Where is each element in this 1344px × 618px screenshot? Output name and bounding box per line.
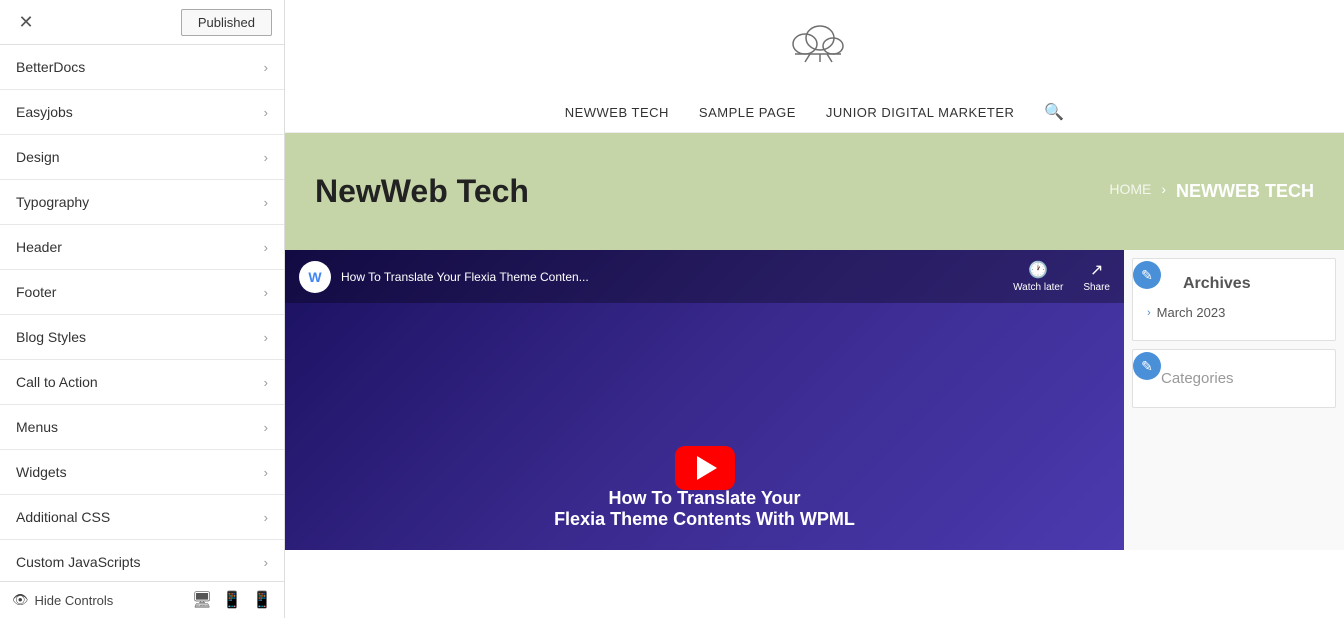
video-top-bar: W How To Translate Your Flexia Theme Con… [285, 250, 1124, 303]
sidebar-footer-bar: 👁 Hide Controls 🖥 📱 📱 [0, 581, 284, 618]
watch-later-action[interactable]: 🕐 Watch later [1013, 260, 1063, 293]
sidebar-item-label: Widgets [16, 464, 67, 480]
video-caption-line2: Flexia Theme Contents With WPML [305, 509, 1104, 530]
mobile-icon[interactable]: 📱 [252, 590, 272, 610]
close-button[interactable]: ✕ [12, 8, 40, 36]
site-logo-area [285, 0, 1344, 82]
nav-links: NEWWEB TECH SAMPLE PAGE JUNIOR DIGITAL MAR… [305, 92, 1324, 122]
categories-widget: ✎ Categories [1132, 349, 1336, 408]
chevron-right-icon: › [264, 60, 268, 75]
archives-march-2023[interactable]: March 2023 [1157, 305, 1226, 320]
chevron-right-icon: › [264, 195, 268, 210]
sidebar-header: ✕ Published [0, 0, 284, 45]
search-icon[interactable]: 🔍 [1044, 102, 1064, 122]
sidebar-item-betterdocs[interactable]: BetterDocs › [0, 45, 284, 90]
play-button-container [675, 446, 735, 490]
hero-section: NewWeb Tech HOME › NEWWEB TECH [285, 133, 1344, 250]
sidebar-item-label: Easyjobs [16, 104, 73, 120]
device-icons: 🖥 📱 📱 [192, 590, 272, 610]
sidebar-item-label: BetterDocs [16, 59, 85, 75]
breadcrumb-separator: › [1161, 181, 1166, 202]
sidebar-item-blog-styles[interactable]: Blog Styles › [0, 315, 284, 360]
site-sidebar-widgets: ✎ Archives › March 2023 ✎ [1124, 250, 1344, 550]
chevron-right-icon: › [264, 285, 268, 300]
breadcrumb-current: NEWWEB TECH [1176, 181, 1314, 202]
breadcrumb-home[interactable]: HOME [1109, 181, 1151, 202]
sidebar-item-easyjobs[interactable]: Easyjobs › [0, 90, 284, 135]
site-preview: NEWWEB TECH SAMPLE PAGE JUNIOR DIGITAL MAR… [285, 0, 1344, 618]
chevron-right-icon: › [264, 105, 268, 120]
chevron-right-icon: › [264, 330, 268, 345]
site-logo [785, 16, 845, 66]
archives-widget-title: Archives [1183, 275, 1251, 293]
archives-widget-header: ✎ Archives [1147, 275, 1321, 293]
video-actions: 🕐 Watch later ↗ Share [1013, 260, 1110, 293]
page-title: NewWeb Tech [315, 173, 529, 210]
sidebar-item-design[interactable]: Design › [0, 135, 284, 180]
sidebar-item-typography[interactable]: Typography › [0, 180, 284, 225]
channel-initial: W [308, 269, 321, 285]
tablet-icon[interactable]: 📱 [222, 590, 242, 610]
sidebar-item-menus[interactable]: Menus › [0, 405, 284, 450]
chevron-right-icon: › [264, 465, 268, 480]
sidebar-item-label: Footer [16, 284, 56, 300]
watch-later-icon: 🕐 [1028, 260, 1048, 280]
customizer-sidebar: ✕ Published BetterDocs›Easyjobs›Design›T… [0, 0, 285, 618]
sidebar-item-label: Menus [16, 419, 58, 435]
video-caption: How To Translate Your Flexia Theme Conte… [305, 488, 1104, 530]
sidebar-item-label: Call to Action [16, 374, 98, 390]
archives-item: › March 2023 [1147, 299, 1321, 326]
video-title: How To Translate Your Flexia Theme Conte… [341, 270, 1013, 284]
hide-controls-label: Hide Controls [35, 593, 114, 608]
categories-edit-button[interactable]: ✎ [1133, 352, 1161, 380]
chevron-right-icon: › [264, 420, 268, 435]
sidebar-item-additional-css[interactable]: Additional CSS › [0, 495, 284, 540]
categories-widget-title: Categories [1161, 370, 1234, 387]
play-icon [697, 456, 717, 480]
sidebar-item-widgets[interactable]: Widgets › [0, 450, 284, 495]
content-area: W How To Translate Your Flexia Theme Con… [285, 250, 1344, 550]
breadcrumb: HOME › NEWWEB TECH [1109, 181, 1314, 202]
categories-widget-content: ✎ Categories [1133, 350, 1335, 407]
share-label: Share [1083, 282, 1110, 293]
chevron-right-icon: › [264, 555, 268, 570]
sidebar-item-header[interactable]: Header › [0, 225, 284, 270]
chevron-right-icon: › [264, 150, 268, 165]
sidebar-item-label: Blog Styles [16, 329, 86, 345]
pencil-icon-2: ✎ [1141, 358, 1153, 375]
nav-link-junior-digital-marketer[interactable]: JUNIOR DIGITAL MARKETER [826, 105, 1014, 120]
share-action[interactable]: ↗ Share [1083, 260, 1110, 293]
sidebar-item-label: Custom JavaScripts [16, 554, 140, 570]
chevron-right-icon: › [264, 510, 268, 525]
archives-widget-content: ✎ Archives › March 2023 [1133, 259, 1335, 340]
hide-controls-toggle[interactable]: 👁 Hide Controls [12, 592, 113, 608]
youtube-channel-logo: W [299, 261, 331, 293]
desktop-icon[interactable]: 🖥 [192, 590, 212, 610]
sidebar-item-call-to-action[interactable]: Call to Action › [0, 360, 284, 405]
sidebar-item-custom-js[interactable]: Custom JavaScripts › [0, 540, 284, 581]
pencil-icon: ✎ [1141, 267, 1153, 284]
chevron-right-icon: › [264, 375, 268, 390]
eye-icon: 👁 [12, 592, 29, 608]
video-section: W How To Translate Your Flexia Theme Con… [285, 250, 1124, 550]
video-caption-line1: How To Translate Your [305, 488, 1104, 509]
archives-widget: ✎ Archives › March 2023 [1132, 258, 1336, 341]
share-icon: ↗ [1090, 260, 1103, 280]
sidebar-item-label: Header [16, 239, 62, 255]
watch-later-label: Watch later [1013, 282, 1063, 293]
archives-edit-button[interactable]: ✎ [1133, 261, 1161, 289]
published-button[interactable]: Published [181, 9, 272, 36]
chevron-right-icon: › [1147, 307, 1151, 319]
sidebar-items-list: BetterDocs›Easyjobs›Design›Typography›He… [0, 45, 284, 581]
sidebar-item-label: Additional CSS [16, 509, 110, 525]
play-button[interactable] [675, 446, 735, 490]
sidebar-item-label: Design [16, 149, 60, 165]
categories-widget-header: ✎ Categories [1147, 366, 1321, 387]
nav-link-newweb-tech[interactable]: NEWWEB TECH [565, 105, 669, 120]
site-navigation: NEWWEB TECH SAMPLE PAGE JUNIOR DIGITAL MAR… [285, 82, 1344, 133]
nav-link-sample-page[interactable]: SAMPLE PAGE [699, 105, 796, 120]
sidebar-item-label: Typography [16, 194, 89, 210]
chevron-right-icon: › [264, 240, 268, 255]
sidebar-item-footer[interactable]: Footer › [0, 270, 284, 315]
